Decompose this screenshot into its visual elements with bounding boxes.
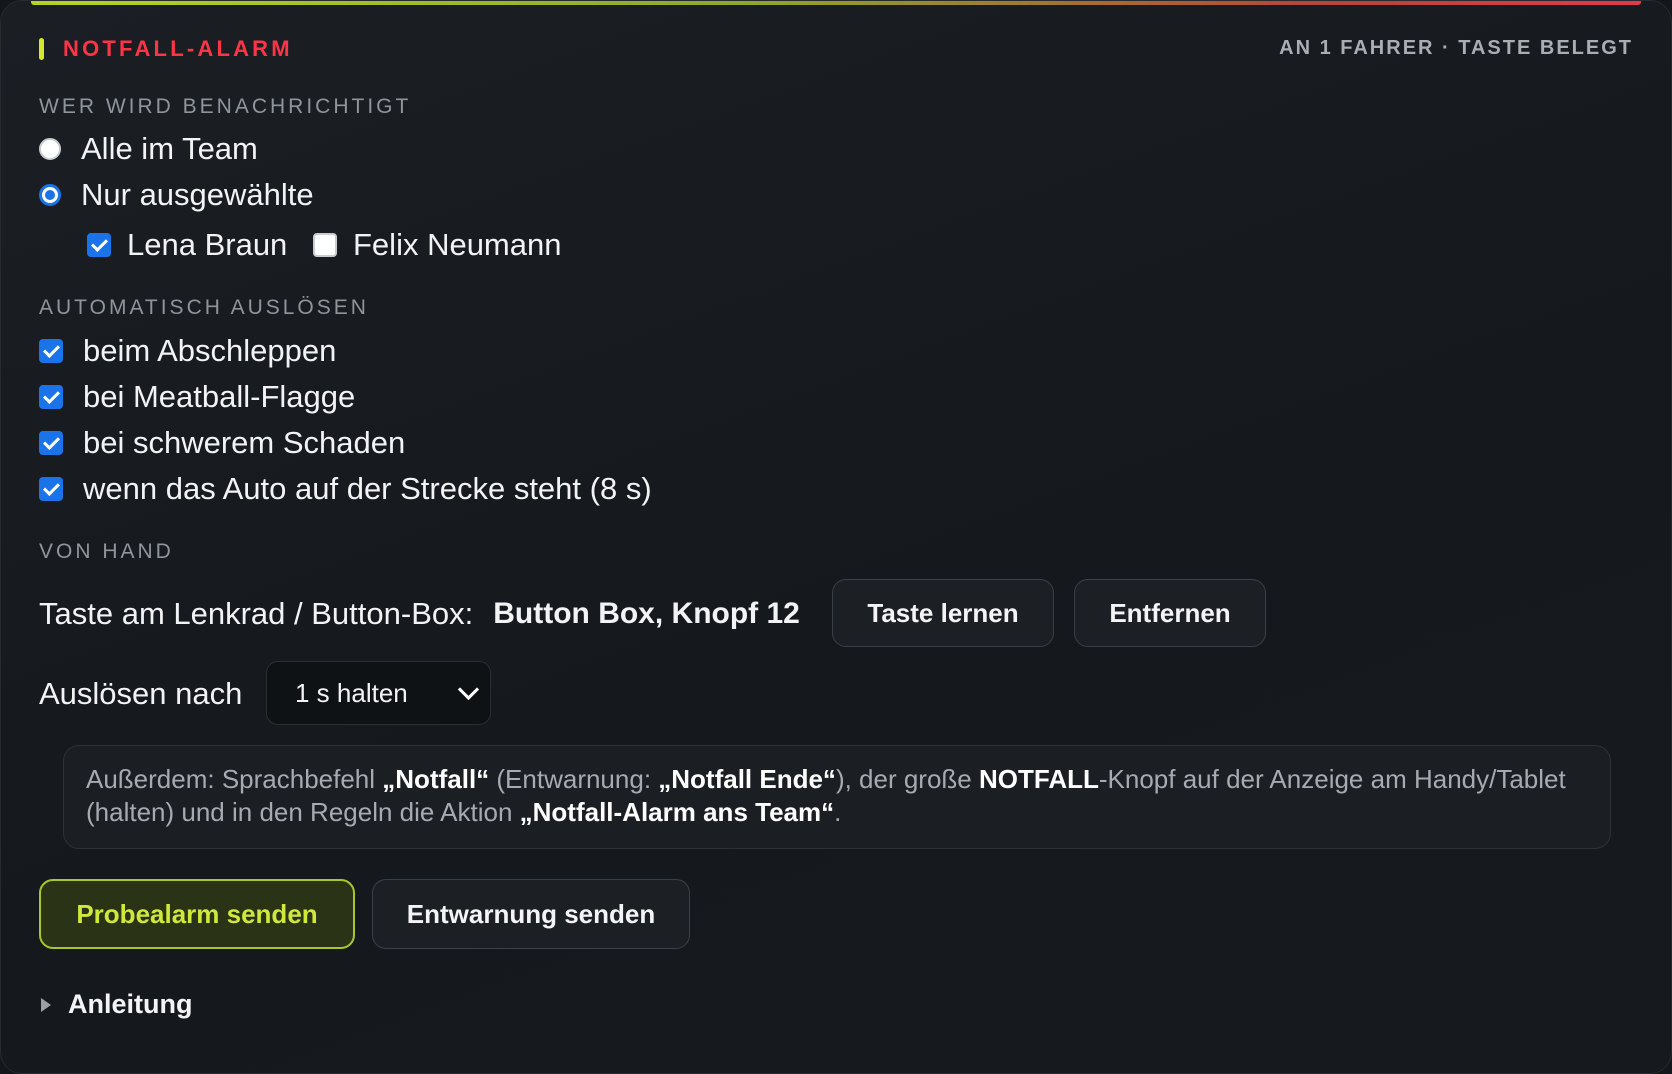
send-all-clear-button[interactable]: Entwarnung senden xyxy=(372,879,690,949)
send-test-alarm-button[interactable]: Probealarm senden xyxy=(39,879,355,949)
radio-label: Alle im Team xyxy=(81,131,258,166)
radio-selected-only[interactable]: Nur ausgewählte xyxy=(39,177,314,213)
instructions-disclosure[interactable]: Anleitung xyxy=(41,989,192,1020)
auto-section-label: AUTOMATISCH AUSLÖSEN xyxy=(39,296,369,319)
radio-button-icon[interactable] xyxy=(39,138,61,160)
checkbox-checked-icon[interactable] xyxy=(39,431,63,455)
checkbox-checked-icon[interactable] xyxy=(39,477,63,501)
radio-button-icon[interactable] xyxy=(39,184,61,206)
checkbox-checked-icon[interactable] xyxy=(39,385,63,409)
checkbox-unchecked-icon[interactable] xyxy=(313,233,337,257)
recipients-section-label: WER WIRD BENACHRICHTIGT xyxy=(39,95,412,118)
checkbox-label: Felix Neumann xyxy=(353,227,562,262)
checkbox-checked-icon[interactable] xyxy=(39,339,63,363)
trigger-delay-value: 1 s halten xyxy=(295,677,408,708)
key-binding-label: Taste am Lenkrad / Button-Box: xyxy=(39,596,474,631)
remove-key-button[interactable]: Entfernen xyxy=(1074,579,1266,647)
emergency-alarm-card: NOTFALL-ALARM AN 1 FAHRER · TASTE BELEGT… xyxy=(0,0,1672,1074)
accent-bar xyxy=(31,1,1641,5)
checkbox-label: wenn das Auto auf der Strecke steht (8 s… xyxy=(83,471,652,506)
title-accent-mark xyxy=(39,38,44,60)
chevron-down-icon xyxy=(457,678,480,701)
checkbox-label: bei schwerem Schaden xyxy=(83,425,406,460)
checkbox-felix-neumann[interactable]: Felix Neumann xyxy=(313,227,561,263)
manual-section-label: VON HAND xyxy=(39,540,174,563)
checkbox-meatball-flag[interactable]: bei Meatball-Flagge xyxy=(39,379,355,415)
checkbox-label: bei Meatball-Flagge xyxy=(83,379,356,414)
key-binding-row: Taste am Lenkrad / Button-Box: Button Bo… xyxy=(39,596,800,632)
checkbox-heavy-damage[interactable]: bei schwerem Schaden xyxy=(39,425,405,461)
checkbox-car-stopped[interactable]: wenn das Auto auf der Strecke steht (8 s… xyxy=(39,471,652,507)
disclosure-triangle-icon xyxy=(41,997,51,1012)
checkbox-label: beim Abschleppen xyxy=(83,333,337,368)
trigger-delay-label: Auslösen nach xyxy=(39,676,243,711)
checkbox-label: Lena Braun xyxy=(127,227,288,262)
card-title: NOTFALL-ALARM xyxy=(63,36,293,61)
status-text: AN 1 FAHRER · TASTE BELEGT xyxy=(1279,37,1633,59)
learn-key-button[interactable]: Taste lernen xyxy=(832,579,1054,647)
radio-all-team[interactable]: Alle im Team xyxy=(39,131,258,167)
instructions-label: Anleitung xyxy=(68,989,193,1019)
checkbox-towing[interactable]: beim Abschleppen xyxy=(39,333,336,369)
checkbox-lena-braun[interactable]: Lena Braun xyxy=(87,227,287,263)
checkbox-checked-icon[interactable] xyxy=(87,233,111,257)
key-binding-value: Button Box, Knopf 12 xyxy=(493,597,800,630)
radio-label: Nur ausgewählte xyxy=(81,177,314,212)
info-note: Außerdem: Sprachbefehl „Notfall“ (Entwar… xyxy=(63,745,1611,849)
trigger-delay-select[interactable]: 1 s halten xyxy=(266,661,491,725)
